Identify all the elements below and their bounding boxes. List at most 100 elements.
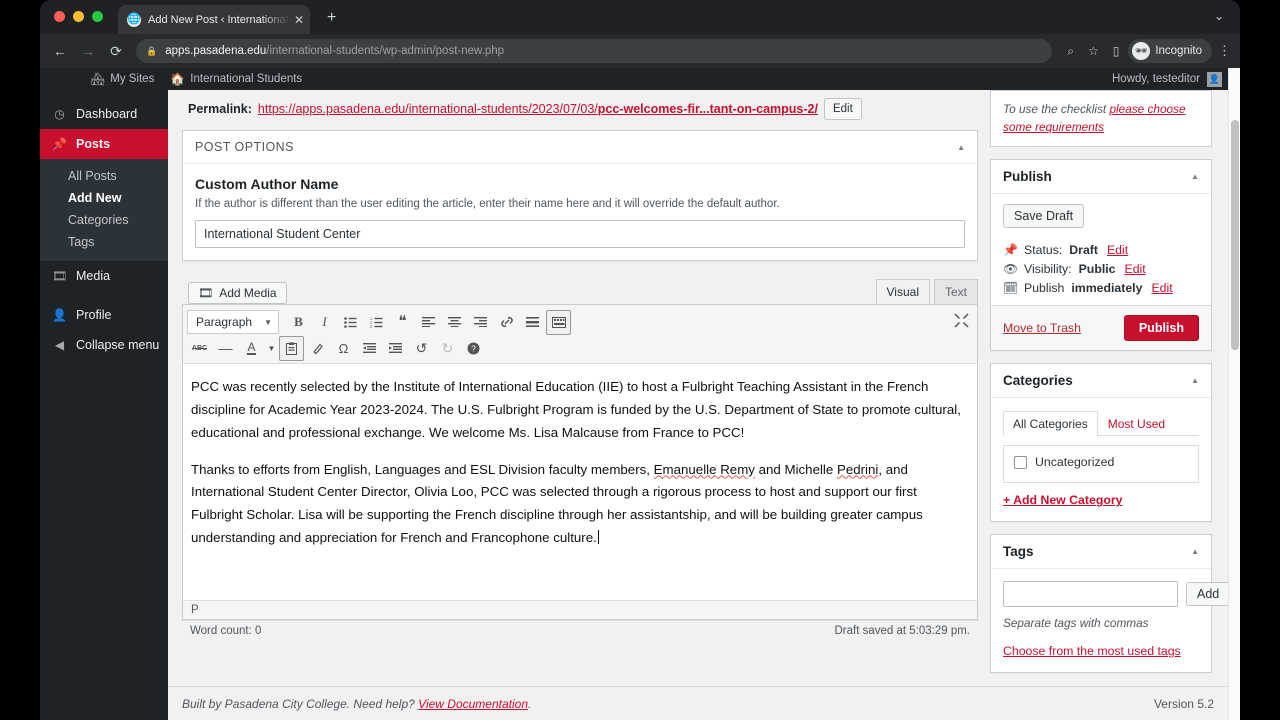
- browser-menu-icon[interactable]: ⋮: [1212, 43, 1240, 59]
- chevron-up-icon[interactable]: ▲: [957, 143, 965, 152]
- maximize-window-button[interactable]: [92, 11, 103, 22]
- edit-permalink-button[interactable]: Edit: [823, 98, 862, 120]
- chevron-up-icon[interactable]: ▲: [1191, 547, 1199, 556]
- side-panel-icon[interactable]: ▯: [1106, 44, 1127, 58]
- footer-text-before: Built by Pasadena City College. Need hel…: [182, 696, 419, 711]
- strikethrough-icon[interactable]: ABC: [187, 336, 212, 361]
- sidebar-item-profile[interactable]: 👤 Profile: [40, 300, 168, 330]
- align-left-icon[interactable]: [416, 310, 441, 335]
- globe-icon: 🌐: [127, 12, 141, 27]
- redo-icon[interactable]: ↻: [435, 336, 460, 361]
- category-item-uncategorized[interactable]: Uncategorized: [1014, 455, 1188, 469]
- sidebar-item-posts[interactable]: 📌 Posts: [40, 129, 168, 159]
- address-bar[interactable]: 🔒 apps.pasadena.edu/international-studen…: [136, 39, 1053, 63]
- forward-icon[interactable]: →: [74, 43, 102, 59]
- adminbar-site-name-label: International Students: [190, 73, 303, 85]
- move-to-trash-link[interactable]: Move to Trash: [1003, 321, 1081, 335]
- publish-status-row: 📌 Status: Draft Edit: [1003, 238, 1199, 257]
- chevron-down-icon[interactable]: ⌄: [1214, 9, 1224, 23]
- search-icon[interactable]: ⌕: [1060, 44, 1081, 59]
- toolbar-toggle-icon[interactable]: [546, 309, 571, 335]
- browser-tab[interactable]: 🌐 Add New Post ‹ International S ✕: [118, 5, 310, 34]
- chevron-up-icon[interactable]: ▲: [1191, 172, 1199, 181]
- keyboard-shortcuts-icon[interactable]: ?: [461, 336, 486, 361]
- edit-schedule-link[interactable]: Edit: [1151, 281, 1172, 295]
- tags-panel-header[interactable]: Tags ▲: [991, 535, 1211, 570]
- minimize-window-button[interactable]: [73, 11, 84, 22]
- chevron-up-icon[interactable]: ▲: [1191, 376, 1199, 385]
- edit-visibility-link[interactable]: Edit: [1125, 262, 1146, 276]
- page-scrollbar-thumb[interactable]: [1231, 120, 1239, 350]
- custom-author-name-title: Custom Author Name: [195, 176, 339, 192]
- sidebar-item-add-new[interactable]: Add New: [40, 187, 168, 209]
- incognito-profile-button[interactable]: 🕶 Incognito: [1128, 39, 1212, 63]
- link-glyph: [500, 317, 513, 327]
- add-tag-button[interactable]: Add: [1186, 582, 1228, 607]
- sidebar-item-tags[interactable]: Tags: [40, 231, 168, 253]
- bold-icon[interactable]: B: [286, 310, 311, 335]
- bulleted-list-icon[interactable]: [338, 310, 363, 335]
- publish-button[interactable]: Publish: [1123, 315, 1199, 342]
- post-options-header[interactable]: POST OPTIONS ▲: [183, 131, 977, 164]
- save-draft-button[interactable]: Save Draft: [1003, 204, 1085, 229]
- view-documentation-link[interactable]: View Documentation: [418, 697, 528, 711]
- adminbar-my-sites[interactable]: 🏘 My Sites: [82, 68, 162, 90]
- increase-indent-icon[interactable]: [383, 336, 408, 361]
- align-right-icon[interactable]: [468, 310, 493, 335]
- add-new-category-link[interactable]: + Add New Category: [1003, 493, 1122, 507]
- edit-status-link[interactable]: Edit: [1107, 243, 1128, 257]
- paste-as-text-icon[interactable]: [279, 335, 304, 361]
- post-body-content[interactable]: PCC was recently selected by the Institu…: [183, 364, 977, 600]
- categories-panel-header[interactable]: Categories ▲: [991, 364, 1211, 399]
- special-character-icon[interactable]: Ω: [331, 336, 356, 361]
- tab-most-used[interactable]: Most Used: [1098, 411, 1175, 436]
- sidebar-item-all-posts[interactable]: All Posts: [40, 165, 168, 187]
- reload-icon[interactable]: ⟳: [102, 43, 130, 60]
- sidebar-item-categories[interactable]: Categories: [40, 209, 168, 231]
- new-tab-button[interactable]: +: [327, 10, 336, 26]
- blockquote-icon[interactable]: ❝: [390, 310, 415, 335]
- bookmark-star-icon[interactable]: ☆: [1081, 44, 1106, 58]
- checkbox-icon[interactable]: [1014, 455, 1027, 469]
- close-window-button[interactable]: [54, 11, 65, 22]
- tab-visual[interactable]: Visual: [875, 279, 930, 304]
- tags-input-row: Add: [1003, 581, 1228, 608]
- distraction-free-icon[interactable]: [954, 313, 969, 331]
- read-more-icon[interactable]: [520, 310, 545, 335]
- add-media-button[interactable]: 🎞 Add Media: [188, 282, 287, 304]
- sidebar-item-collapse-menu[interactable]: ◀ Collapse menu: [40, 330, 168, 360]
- custom-author-name-description: If the author is different than the user…: [195, 198, 780, 210]
- undo-icon[interactable]: ↺: [409, 336, 434, 361]
- adminbar-account[interactable]: Howdy, testeditor 👤: [1112, 71, 1240, 87]
- editor-mode-tabs: Visual Text: [872, 279, 978, 304]
- insert-link-icon[interactable]: [494, 310, 519, 335]
- publish-panel-header[interactable]: Publish ▲: [991, 160, 1211, 195]
- tab-text[interactable]: Text: [933, 279, 978, 304]
- adminbar-site-name[interactable]: 🏠 International Students: [162, 68, 310, 90]
- decrease-indent-icon[interactable]: [357, 336, 382, 361]
- footer-version: Version 5.2: [1153, 696, 1214, 711]
- clear-formatting-icon[interactable]: [305, 336, 330, 361]
- tags-hint: Separate tags with commas: [1003, 616, 1149, 631]
- sidebar-item-dashboard[interactable]: ◷ Dashboard: [40, 99, 168, 129]
- numbered-list-icon[interactable]: 1 2 3: [364, 310, 389, 335]
- media-icon: 🎞: [52, 269, 68, 283]
- tab-all-categories[interactable]: All Categories: [1003, 411, 1098, 437]
- custom-author-name-input[interactable]: [195, 220, 965, 248]
- tags-input[interactable]: [1003, 581, 1178, 608]
- close-icon[interactable]: ✕: [294, 14, 304, 26]
- text-color-caret-icon[interactable]: ▼: [265, 336, 278, 361]
- text-color-icon[interactable]: A: [239, 336, 264, 361]
- sidebar-item-media[interactable]: 🎞 Media: [40, 261, 168, 291]
- paragraph-format-select[interactable]: Paragraph ▼: [187, 310, 279, 334]
- back-icon[interactable]: ←: [46, 43, 74, 59]
- horizontal-rule-icon[interactable]: —: [213, 336, 238, 361]
- permalink-link[interactable]: https://apps.pasadena.edu/international-…: [258, 102, 818, 116]
- page-scrollbar[interactable]: [1228, 68, 1240, 720]
- align-center-icon[interactable]: [442, 310, 467, 335]
- italic-icon[interactable]: I: [312, 310, 337, 335]
- post-options-title: POST OPTIONS: [195, 140, 294, 154]
- chevron-down-icon: ▼: [264, 317, 272, 327]
- most-used-tags-link[interactable]: Choose from the most used tags: [1003, 644, 1181, 658]
- address-bar-text: apps.pasadena.edu/international-students…: [165, 45, 504, 57]
